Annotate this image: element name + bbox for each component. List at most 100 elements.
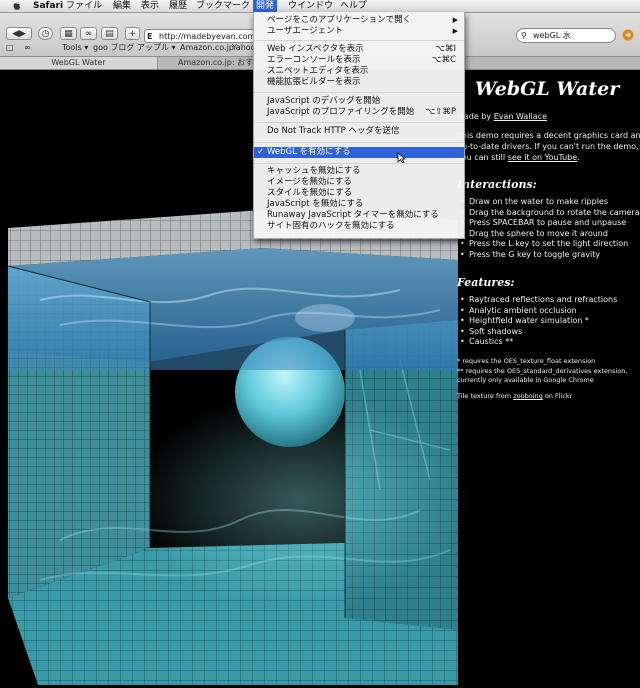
menu-item-label: スタイルを無効にする xyxy=(267,188,353,198)
bookmarks-button[interactable]: ▤ xyxy=(101,27,118,40)
menu-item-enable-webgl[interactable]: ✓ WebGL を有効にする xyxy=(254,147,464,158)
menu-separator xyxy=(254,163,464,164)
menu-item-label: ページをこのアプリケーションで開く xyxy=(267,15,412,25)
plus-icon: + xyxy=(128,29,137,39)
author-link[interactable]: Evan Wallace xyxy=(494,112,547,121)
menu-item-label: JavaScript のデバッグを開始 xyxy=(267,96,381,106)
menu-window[interactable]: ウインドウ xyxy=(285,0,336,12)
menu-item-shortcut: ⌥⌘I xyxy=(435,44,456,54)
reading-bookmark-icon[interactable]: ∞ xyxy=(24,42,31,53)
menu-separator xyxy=(254,142,464,143)
history-icon: ◷ xyxy=(41,29,50,39)
menu-item-disable-cache[interactable]: キャッシュを無効にする xyxy=(254,166,464,177)
list-item: Draw on the water to make ripples xyxy=(457,197,640,208)
menu-item-label: WebGL を有効にする xyxy=(267,147,351,157)
menu-item-error-console[interactable]: エラーコンソールを表示 ⌥⌘C xyxy=(254,55,464,66)
submenu-arrow-icon: ▶ xyxy=(452,27,458,35)
add-bookmark-button[interactable]: + xyxy=(125,27,140,40)
url-text[interactable]: http://madebyevan.com/w xyxy=(159,32,255,41)
list-item: Drag the sphere to move it around xyxy=(457,229,640,240)
menu-develop[interactable]: 開発 xyxy=(253,0,278,12)
grid-icon: ▦ xyxy=(64,29,73,39)
list-item: Heightfield water simulation * xyxy=(457,316,617,327)
credit-prefix: Tile texture from xyxy=(457,392,512,400)
menu-item-extension-builder[interactable]: 機能拡張ビルダーを表示 xyxy=(254,77,464,88)
page-title: WebGL Water xyxy=(475,78,620,100)
menu-item-label: エラーコンソールを表示 xyxy=(267,55,361,65)
credit-line: Tile texture from zooboing on Flickr xyxy=(457,392,572,400)
search-field[interactable]: ⚲ webGL 水 xyxy=(516,28,616,43)
list-item: Press the G key to toggle gravity xyxy=(457,250,640,261)
checkmark-icon: ✓ xyxy=(257,147,265,157)
menu-edit[interactable]: 編集 xyxy=(110,0,134,12)
menu-item-disable-styles[interactable]: スタイルを無効にする xyxy=(254,188,464,199)
snapback-icon[interactable] xyxy=(622,29,634,41)
youtube-link[interactable]: see it on YouTube xyxy=(508,153,578,162)
menu-item-shortcut: ⌥⌘C xyxy=(431,55,456,65)
menu-item-label: JavaScript のプロファイリングを開始 xyxy=(267,107,415,117)
list-item: Raytraced reflections and refractions xyxy=(457,295,617,306)
bookmark-amazon[interactable]: Amazon.co.jp xyxy=(180,42,234,53)
menu-item-label: Runaway JavaScript タイマーを無効にする xyxy=(267,210,439,220)
menu-separator xyxy=(254,92,464,93)
menu-item-do-not-track[interactable]: Do Not Track HTTP ヘッダを送信 xyxy=(254,126,464,137)
list-item: Soft shadows xyxy=(457,327,617,338)
list-item: Drag the background to rotate the camera xyxy=(457,208,640,219)
bookmark-tools[interactable]: Tools ▾ xyxy=(62,42,88,53)
features-list: Raytraced reflections and refractions An… xyxy=(457,295,617,348)
history-button[interactable]: ◷ xyxy=(38,27,53,40)
reading-list-button[interactable]: ∞ xyxy=(80,27,97,40)
bookmarks-bar-icon[interactable]: □ xyxy=(6,42,14,53)
footnote-2: ** requires the OES_standard_derivatives… xyxy=(457,367,628,375)
menu-bookmarks[interactable]: ブックマーク xyxy=(193,0,253,12)
intro-line-1: This demo requires a decent graphics car… xyxy=(457,131,640,140)
menu-item-user-agent[interactable]: ユーザエージェント ▶ xyxy=(254,26,464,37)
bookmark-yahoo[interactable]: Yahoo xyxy=(232,42,256,53)
menu-item-open-page-with[interactable]: ページをこのアプリケーションで開く ▶ xyxy=(254,15,464,26)
menu-item-label: イメージを無効にする xyxy=(267,177,352,187)
back-icon[interactable]: ◀ xyxy=(12,29,19,39)
zooboing-link[interactable]: zooboing xyxy=(513,392,543,400)
menu-safari[interactable]: Safari xyxy=(30,0,66,12)
top-sites-button[interactable]: ▦ xyxy=(60,27,77,40)
bookmark-goo[interactable]: goo ブログ xyxy=(93,42,134,53)
intro-line-3: you can still see it on YouTube. xyxy=(457,153,580,162)
menu-item-start-profiling[interactable]: JavaScript のプロファイリングを開始 ⌥⇧⌘P xyxy=(254,107,464,118)
menu-item-label: 機能拡張ビルダーを表示 xyxy=(267,77,361,87)
menu-item-label: Do Not Track HTTP ヘッダを送信 xyxy=(267,126,400,136)
menu-item-start-debugging[interactable]: JavaScript のデバッグを開始 xyxy=(254,96,464,107)
apple-icon[interactable] xyxy=(12,1,22,11)
address-bar[interactable]: E http://madebyevan.com/w xyxy=(144,29,256,43)
tab-label: WebGL Water xyxy=(51,58,106,67)
tab-webgl-water[interactable]: WebGL Water xyxy=(0,57,158,69)
menu-item-disable-site-hacks[interactable]: サイト固有のハックを無効にする xyxy=(254,221,464,232)
develop-menu: ページをこのアプリケーションで開く ▶ ユーザエージェント ▶ Web インスペ… xyxy=(253,12,465,239)
menu-view[interactable]: 表示 xyxy=(138,0,162,12)
menu-item-label: Web インスペクタを表示 xyxy=(267,44,364,54)
menu-item-snippet-editor[interactable]: スニペットエディタを表示 xyxy=(254,66,464,77)
list-item: Analytic ambient occlusion xyxy=(457,306,617,317)
menu-item-disable-javascript[interactable]: JavaScript を無効にする xyxy=(254,199,464,210)
interactions-list: Draw on the water to make ripples Drag t… xyxy=(457,197,640,260)
menu-file[interactable]: ファイル xyxy=(63,0,105,12)
features-heading: Features: xyxy=(457,276,515,289)
list-item: Caustics ** xyxy=(457,337,617,348)
menu-separator xyxy=(254,122,464,123)
tab-amazon[interactable]: Amazon.co.jp: おす xyxy=(158,57,258,69)
list-item: Press the L key to set the light directi… xyxy=(457,239,640,250)
menu-help[interactable]: ヘルプ xyxy=(337,0,370,12)
bookmark-apple[interactable]: アップル ▾ xyxy=(137,42,176,53)
back-forward-buttons[interactable]: ◀▶ xyxy=(6,27,32,40)
search-value[interactable]: webGL 水 xyxy=(533,31,571,40)
glasses-icon: ∞ xyxy=(84,29,93,39)
menu-item-disable-images[interactable]: イメージを無効にする xyxy=(254,177,464,188)
credit-suffix: on Flickr xyxy=(544,392,573,400)
menu-item-label: JavaScript を無効にする xyxy=(267,199,364,209)
menu-item-web-inspector[interactable]: Web インスペクタを表示 ⌥⌘I xyxy=(254,44,464,55)
search-icon: ⚲ xyxy=(521,31,527,40)
forward-icon[interactable]: ▶ xyxy=(19,29,26,39)
menu-history[interactable]: 履歴 xyxy=(166,0,190,12)
menu-item-disable-runaway-timer[interactable]: Runaway JavaScript タイマーを無効にする xyxy=(254,210,464,221)
menu-item-label: スニペットエディタを表示 xyxy=(267,66,369,76)
menu-item-shortcut: ⌥⇧⌘P xyxy=(425,107,456,117)
